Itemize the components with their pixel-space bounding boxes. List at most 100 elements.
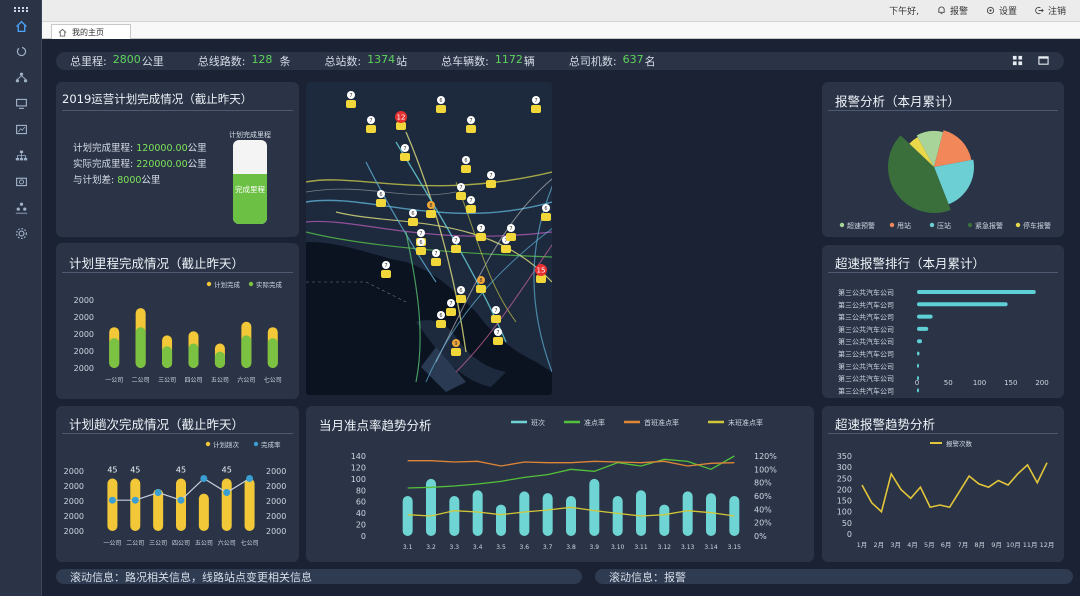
bus-count-label: 6 xyxy=(379,192,382,198)
panel-ontime-trend: 当月准点率趋势分析 140 120 100 80 60 40 20 0 120% 100% 80% 6… xyxy=(306,406,814,562)
camera-icon xyxy=(15,177,27,186)
stat-unit: 站 xyxy=(396,55,408,68)
legend-marker xyxy=(205,441,211,447)
layout-grid-icon[interactable] xyxy=(1012,55,1023,66)
y2-tick-label: 20% xyxy=(754,519,772,528)
settings-link[interactable]: 设置 xyxy=(986,4,1017,17)
bus-icon xyxy=(466,205,476,213)
planned-unit: 公里 xyxy=(187,143,207,154)
bus-icon xyxy=(476,233,486,241)
y-tick-label: 300 xyxy=(837,463,852,472)
planned-value: 120000.00 xyxy=(136,143,188,154)
legend-label: 末班准点率 xyxy=(728,418,763,427)
y2-tick-label: 2000 xyxy=(266,497,286,506)
category-label: 第三公共汽车公司 xyxy=(838,386,894,395)
bar-speed-count xyxy=(917,326,929,331)
ticker-text: 滚动信息：报警 xyxy=(609,570,686,584)
stat-value: 637 xyxy=(622,53,644,66)
legend-label: 实际完成 xyxy=(256,280,283,289)
bus-icon xyxy=(376,199,386,207)
top-bar: 下午好, 报警 设置 注销 xyxy=(42,0,1080,22)
sidebar-settings[interactable] xyxy=(0,222,42,244)
bus-count-label: 7 xyxy=(419,231,422,237)
x-tick-label: 3.8 xyxy=(566,544,576,551)
bus-count-label: 7 xyxy=(469,118,472,124)
ticker-alarm[interactable]: 滚动信息：报警 xyxy=(595,569,1073,584)
bar-trips xyxy=(221,478,232,531)
route-map-canvas[interactable]: 76 77 12 767677867766715777867679777 xyxy=(306,82,552,395)
sidebar-chart[interactable] xyxy=(0,118,42,140)
legend-label: 甩站 xyxy=(897,221,911,230)
gear-icon xyxy=(986,6,995,15)
logout-icon xyxy=(1035,6,1044,15)
bus-icon xyxy=(456,295,466,303)
bar-speed-count xyxy=(917,388,919,393)
bus-icon xyxy=(531,105,541,113)
category-label: 第三公共汽车公司 xyxy=(838,350,894,359)
summary-stats-bar: 总里程: 2800 公里 总线路数: 128 条 总站数: 1374 站 总车辆数: 1172… xyxy=(56,52,1064,70)
y-tick-label: 40 xyxy=(356,509,366,518)
dashboard: 总里程: 2800 公里 总线路数: 128 条 总站数: 1374 站 总车辆数: 1172… xyxy=(42,39,1080,596)
panel-annual-plan: 2019运营计划完成情况（截止昨天） 计划完成里程: 120000.00公里 实… xyxy=(56,82,299,237)
sidebar-camera[interactable] xyxy=(0,170,42,192)
y-tick-label: 100 xyxy=(837,508,852,517)
bus-icon xyxy=(501,245,511,253)
bar-trips xyxy=(107,478,118,531)
bar-speed-count xyxy=(917,339,922,344)
route-map[interactable]: 7 6 7 7 12 7 6 7 6 7 7 8 6 7 7 6 6 7 15 7 7 7 8 6 7 6 7 9 7 7 7 xyxy=(306,82,552,395)
y-tick-label: 140 xyxy=(351,452,366,461)
ticker-road-info[interactable]: 滚动信息：路况相关信息，线路站点变更相关信息 xyxy=(56,569,582,584)
category-label: 第三公共汽车公司 xyxy=(838,337,894,346)
tab-home[interactable]: 我的主页 xyxy=(51,24,131,39)
sidebar-people[interactable] xyxy=(0,196,42,218)
legend-label: 报警次数 xyxy=(946,439,973,448)
tab-home-label: 我的主页 xyxy=(72,27,104,37)
sidebar-org[interactable] xyxy=(0,144,42,166)
bus-count-label: 6 xyxy=(439,313,442,319)
menu-icon[interactable] xyxy=(0,3,41,15)
bus-icon xyxy=(436,105,446,113)
alarm-link[interactable]: 报警 xyxy=(937,4,968,17)
x-tick-label: 3.10 xyxy=(611,544,625,551)
sidebar-home[interactable] xyxy=(0,15,42,37)
legend-marker xyxy=(1015,222,1021,228)
tab-bar: 我的主页 xyxy=(42,22,1080,39)
stat-unit: 公里 xyxy=(141,55,164,68)
bus-count-label: 7 xyxy=(349,93,352,99)
sidebar-refresh[interactable] xyxy=(0,40,42,62)
bus-icon xyxy=(493,337,503,345)
panel-alarm-analysis: 报警分析（本月累计） 超速预警 甩站 压站 紧急报警 停车报警 xyxy=(822,82,1064,237)
x-tick-label: 3.15 xyxy=(728,544,742,551)
category-label: 第三公共汽车公司 xyxy=(838,300,894,309)
bus-icon xyxy=(536,275,546,283)
bus-count-label: 6 xyxy=(411,211,414,217)
legend-label: 班次 xyxy=(531,418,545,427)
x-tick-label: 三公司 xyxy=(158,377,176,384)
trip-bar-line-chart: 2000 2000 2000 2000 2000 2000 2000 2000 2000 2000… xyxy=(64,440,287,547)
stat-total-vehicles: 总车辆数: 1172 辆 xyxy=(441,53,535,69)
panel-speed-ranking: 超速报警排行（本月累计） 第三公共汽车公司 第三公共汽车公司 第三公共汽车公司 第三公… xyxy=(822,245,1064,398)
panel-trip-completion: 计划趟次完成情况（截止昨天） 2000 2000 2000 2000 2000 2000 2… xyxy=(56,406,299,562)
x-tick-label: 3.2 xyxy=(426,544,436,551)
diff-unit: 公里 xyxy=(141,175,161,186)
x-tick-label: 二公司 xyxy=(126,540,144,547)
bar-actual xyxy=(135,327,146,368)
planned-label: 计划完成里程: xyxy=(73,143,134,154)
fullscreen-icon[interactable] xyxy=(1038,55,1049,66)
x-tick-label: 150 xyxy=(1004,379,1017,387)
y-tick-label: 20 xyxy=(356,521,366,530)
bus-count-label: 7 xyxy=(449,301,452,307)
bus-count-label: 7 xyxy=(489,173,492,179)
bar-shifts xyxy=(519,491,530,536)
data-label: 45 xyxy=(176,466,186,475)
bus-count-label: 7 xyxy=(384,263,387,269)
y-tick-label: 100 xyxy=(351,475,366,484)
legend-label: 紧急报警 xyxy=(975,221,1003,230)
x-tick-label: 七公司 xyxy=(241,539,259,547)
sidebar-monitor[interactable] xyxy=(0,92,42,114)
panel-mileage-completion: 计划里程完成情况（截止昨天） 2000 2000 2000 2000 2000 计划完成实… xyxy=(56,243,299,399)
sidebar-network[interactable] xyxy=(0,66,42,88)
x-tick-label: 3.9 xyxy=(590,544,600,551)
logout-link[interactable]: 注销 xyxy=(1035,4,1066,17)
x-tick-label: 7月 xyxy=(958,541,969,549)
